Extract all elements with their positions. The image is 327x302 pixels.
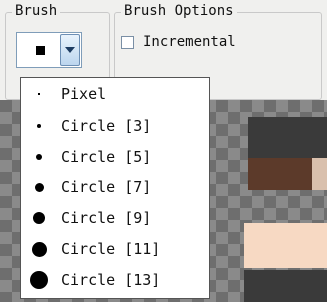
incremental-option[interactable]: Incremental — [121, 34, 236, 50]
brush-group-title: Brush — [12, 3, 61, 19]
list-item-label: Pixel — [61, 85, 107, 103]
list-item-label: Circle [5] — [61, 148, 152, 166]
list-item[interactable]: Circle [3] — [21, 111, 209, 141]
selected-brush-value — [17, 33, 63, 67]
list-item[interactable]: Circle [9] — [21, 203, 209, 233]
list-item-label: Circle [3] — [61, 117, 152, 135]
list-item[interactable]: Circle [13] — [21, 265, 209, 295]
list-item-label: Circle [11] — [61, 240, 161, 258]
circle-7-icon — [34, 182, 44, 192]
pixel-brush-icon — [38, 93, 40, 95]
brush-options-title: Brush Options — [121, 3, 237, 19]
dropdown-arrow-button[interactable] — [60, 34, 80, 66]
square-brush-icon — [35, 45, 45, 55]
brush-shape-dropdown-list[interactable]: Pixel Circle [3] Circle [5] Circle [7] C… — [20, 77, 210, 299]
brush-shape-combobox[interactable] — [16, 32, 82, 68]
incremental-label: Incremental — [143, 34, 236, 50]
chevron-down-icon — [65, 47, 75, 53]
list-item-label: Circle [9] — [61, 209, 152, 227]
canvas-brown-region — [248, 158, 312, 190]
list-item[interactable]: Circle [5] — [21, 142, 209, 172]
circle-11-icon — [31, 241, 47, 257]
list-item-label: Circle [7] — [61, 178, 152, 196]
list-item-label: Circle [13] — [61, 271, 161, 289]
canvas-dark-bottom — [244, 270, 327, 302]
circle-3-icon — [37, 124, 41, 128]
circle-13-icon — [30, 271, 48, 289]
circle-9-icon — [33, 212, 45, 224]
list-item[interactable]: Circle [7] — [21, 172, 209, 202]
canvas-skin-region — [312, 158, 327, 190]
canvas-skin-block — [244, 223, 327, 268]
list-item[interactable]: Circle [11] — [21, 234, 209, 264]
incremental-checkbox[interactable] — [121, 35, 134, 49]
list-item[interactable]: Pixel — [21, 79, 209, 109]
circle-5-icon — [36, 154, 42, 160]
